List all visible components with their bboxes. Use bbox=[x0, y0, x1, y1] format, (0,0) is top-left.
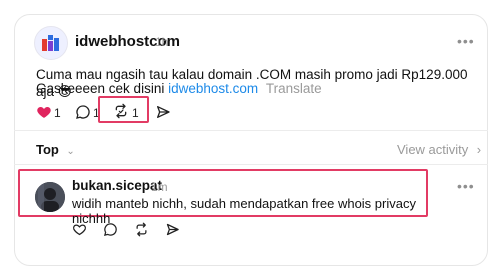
like-button[interactable] bbox=[36, 104, 52, 120]
thread-divider bbox=[14, 164, 488, 165]
repost-button[interactable] bbox=[113, 103, 129, 119]
send-icon bbox=[166, 223, 179, 236]
share-button[interactable] bbox=[155, 104, 171, 120]
reply-avatar[interactable] bbox=[35, 182, 65, 212]
send-icon bbox=[157, 106, 170, 118]
reply-repost-button[interactable] bbox=[134, 222, 149, 237]
post-timestamp[interactable]: 1h bbox=[155, 35, 168, 49]
reply-bubble-icon bbox=[76, 105, 90, 119]
reply-timestamp[interactable]: 1m bbox=[151, 180, 168, 194]
translate-link[interactable]: Translate bbox=[266, 81, 322, 96]
post-more-button[interactable]: ••• bbox=[457, 33, 475, 49]
chevron-right-icon: › bbox=[476, 142, 482, 157]
post-link[interactable]: idwebhost.com bbox=[168, 81, 258, 96]
reply-share-button[interactable] bbox=[165, 222, 180, 237]
heart-outline-icon bbox=[72, 224, 87, 236]
repost-icon bbox=[115, 103, 127, 119]
post-text-line2: Gaskeeeen cek disini idwebhost.com Trans… bbox=[36, 80, 476, 97]
reply-text: widih manteb nichh, sudah mendapatkan fr… bbox=[72, 196, 416, 226]
repost-icon bbox=[136, 222, 147, 237]
sort-label: Top bbox=[36, 142, 59, 157]
idwebhost-avatar[interactable] bbox=[34, 26, 68, 60]
post-text-prefix: Gaskeeeen cek disini bbox=[36, 81, 165, 96]
chevron-down-icon: ⌄ bbox=[66, 146, 75, 157]
reply-like-button[interactable] bbox=[72, 222, 87, 237]
post-divider bbox=[14, 130, 488, 131]
reply-button[interactable] bbox=[75, 104, 91, 120]
reply-bubble-icon bbox=[103, 223, 117, 237]
view-activity-link[interactable]: View activity › bbox=[397, 141, 481, 159]
sort-dropdown[interactable]: Top ⌄ bbox=[36, 141, 75, 159]
reply-more-button[interactable]: ••• bbox=[457, 178, 475, 194]
reply-reply-button[interactable] bbox=[103, 222, 118, 237]
heart-filled-icon bbox=[37, 107, 51, 118]
idwebhost-logo-icon bbox=[42, 35, 59, 51]
view-activity-label: View activity bbox=[397, 142, 469, 157]
like-count: 1 bbox=[54, 106, 61, 120]
person-silhouette-icon bbox=[35, 182, 65, 212]
repost-count: 1 bbox=[132, 106, 139, 120]
reply-username[interactable]: bukan.sicepat bbox=[72, 178, 162, 193]
